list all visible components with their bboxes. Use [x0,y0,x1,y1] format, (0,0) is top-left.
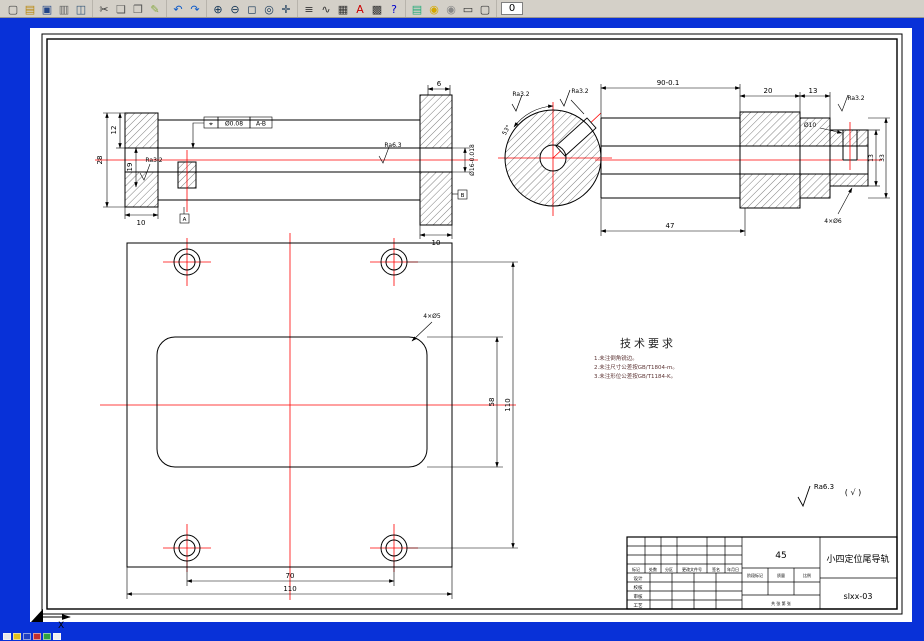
dim-47: 47 [666,222,675,230]
toolbar-icon-format-painter[interactable]: ✎ [147,1,163,16]
tech-req-item: 3.未注形位公差按GB/T1184-K。 [594,372,676,380]
dim-20: 20 [764,87,773,95]
toolbar-icon-bulb-on[interactable]: ◉ [426,1,442,16]
tech-req-item: 1.未注倒角锐边。 [594,354,638,362]
taskbar-icon-app-white[interactable] [53,632,61,640]
toolbar-icon-paste[interactable]: ❐ [130,1,146,16]
dim-dia16: Ø16-0.018 [469,144,476,176]
taskbar [0,631,924,641]
toolbar-icon-text-style[interactable]: A [352,1,368,16]
tb-row-label: 校核 [634,584,643,591]
toolbar-icon-redo[interactable]: ↷ [187,1,203,16]
layer-value[interactable]: 0 [501,2,523,15]
tb-row-label: 设计 [634,575,643,582]
taskbar-icon-app-red[interactable] [33,632,41,640]
toolbar-icon-zoom-window[interactable]: ◻ [244,1,260,16]
taskbar-icon-doc[interactable] [3,632,11,640]
roughness-label: Ra6.3 [384,142,401,149]
dim-19: 19 [126,163,134,172]
dim-4x6: 4×Ø6 [824,218,842,225]
tb-header-cell: 签名 [712,566,720,572]
tb-mid-label: 阶段标记 [747,572,763,578]
dim-6: 6 [437,80,442,88]
dim-13r: 13 [868,154,875,162]
dim-13: 13 [809,87,818,95]
toolbar-icon-print-preview[interactable]: ◫ [73,1,89,16]
tb-material: 45 [775,551,786,561]
tb-row-label: 工艺 [634,603,643,609]
toolbar-icon-pan[interactable]: ✛ [278,1,294,16]
taskbar-icon-app-green[interactable] [43,632,51,640]
dim-dia10: Ø10 [804,122,817,129]
dim-58: 58 [488,398,496,407]
toolbar-icon-new-file[interactable]: ▢ [5,1,21,16]
datum-a: A [183,217,187,223]
tech-req-title: 技术要求 [620,337,676,350]
toolbar-icon-copy[interactable]: ❏ [113,1,129,16]
tb-header-cell: 年月日 [727,566,739,572]
dim-110-v: 110 [504,398,512,411]
dim-10-left: 10 [137,219,146,227]
roughness-label: Ra3.2 [512,91,529,98]
toolbar-icon-layers[interactable]: ≡ [301,1,317,16]
toolbar: ▢ ▤ ▣ ▥ ◫ ✂ ❏ ❐ ✎ ↶ ↷ ⊕ ⊖ ◻ ◎ ✛ ≡ ∿ ▦ A ▩? ▤ ◉ ◉ ▭ ▢ 0 [0,0,924,18]
toolbar-icon-undo[interactable]: ↶ [170,1,186,16]
dim-12: 12 [110,126,118,135]
toolbar-icon-library[interactable]: ▤ [409,1,425,16]
gdt-value: Ø0.08 [225,121,243,128]
toolbar-icon-open-file[interactable]: ▤ [22,1,38,16]
toolbar-icon-bulb-off[interactable]: ◉ [443,1,459,16]
toolbar-icon-help[interactable]: ? [386,1,402,16]
drawing-canvas[interactable]: 28 12 19 10 10 6 ⌖ Ø0.08 A-B Ra3.2 Ra6.3… [0,0,924,641]
toolbar-icon-print[interactable]: ▥ [56,1,72,16]
dim-70: 70 [286,572,295,580]
toolbar-icon-zoom-out[interactable]: ⊖ [227,1,243,16]
dim-110-h: 110 [283,585,296,593]
roughness-label: Ra3.2 [571,88,588,95]
tb-row-label: 审核 [634,593,643,600]
tb-mid-label: 比例 [803,572,811,578]
axis-x-label: X [58,621,64,631]
tb-mid-label: 质量 [777,572,785,578]
taskbar-icons [3,632,61,640]
gdt-symbol: ⌖ [209,120,213,128]
toolbar-icon-toggle-box[interactable]: ▭ [460,1,476,16]
dim-4x5: 4×Ø5 [423,313,441,320]
application-window: ▢ ▤ ▣ ▥ ◫ ✂ ❏ ❐ ✎ ↶ ↷ ⊕ ⊖ ◻ ◎ ✛ ≡ ∿ ▦ A ▩? ▤ ◉ ◉ ▭ ▢ 0 [0,0,924,641]
tb-drawing-no: slxx-03 [844,592,873,601]
toolbar-icon-zoom-all[interactable]: ◎ [261,1,277,16]
gdt-datum: A-B [256,121,266,128]
taskbar-icon-app-yellow[interactable] [13,632,21,640]
toolbar-icons: ▢ ▤ ▣ ▥ ◫ ✂ ❏ ❐ ✎ ↶ ↷ ⊕ ⊖ ◻ ◎ ✛ ≡ ∿ ▦ A ▩? ▤ ◉ ◉ ▭ ▢ [2,0,497,17]
toolbar-icon-linetype[interactable]: ∿ [318,1,334,16]
toolbar-icon-cut[interactable]: ✂ [96,1,112,16]
datum-b: B [461,193,465,199]
taskbar-icon-app-blue[interactable] [23,632,31,640]
roughness-suffix: ( √ ) [845,488,861,497]
tb-header-cell: 分区 [665,566,673,572]
dim-33: 33 [879,154,886,162]
toolbar-icon-save-file[interactable]: ▣ [39,1,55,16]
toolbar-icon-table[interactable]: ▦ [335,1,351,16]
tb-header-cell: 更改文件号 [682,566,702,572]
dim-90: 90-0.1 [657,79,680,87]
toolbar-icon-frame-box[interactable]: ▢ [477,1,493,16]
tb-header-cell: 处数 [649,566,657,572]
dim-28: 28 [96,156,104,165]
toolbar-icon-zoom-in[interactable]: ⊕ [210,1,226,16]
toolbar-icon-modules[interactable]: ▩ [369,1,385,16]
tb-sheet-note: 共 张 第 张 [771,600,791,606]
tb-header-cell: 标记 [632,566,640,572]
roughness-label: Ra3.2 [847,95,864,102]
tb-part-name: 小四定位尾导轨 [826,553,889,565]
roughness-label: Ra3.2 [145,157,162,164]
roughness-value: Ra6.3 [814,483,834,491]
tech-req-item: 2.未注尺寸公差按GB/T1804-m。 [594,363,678,371]
